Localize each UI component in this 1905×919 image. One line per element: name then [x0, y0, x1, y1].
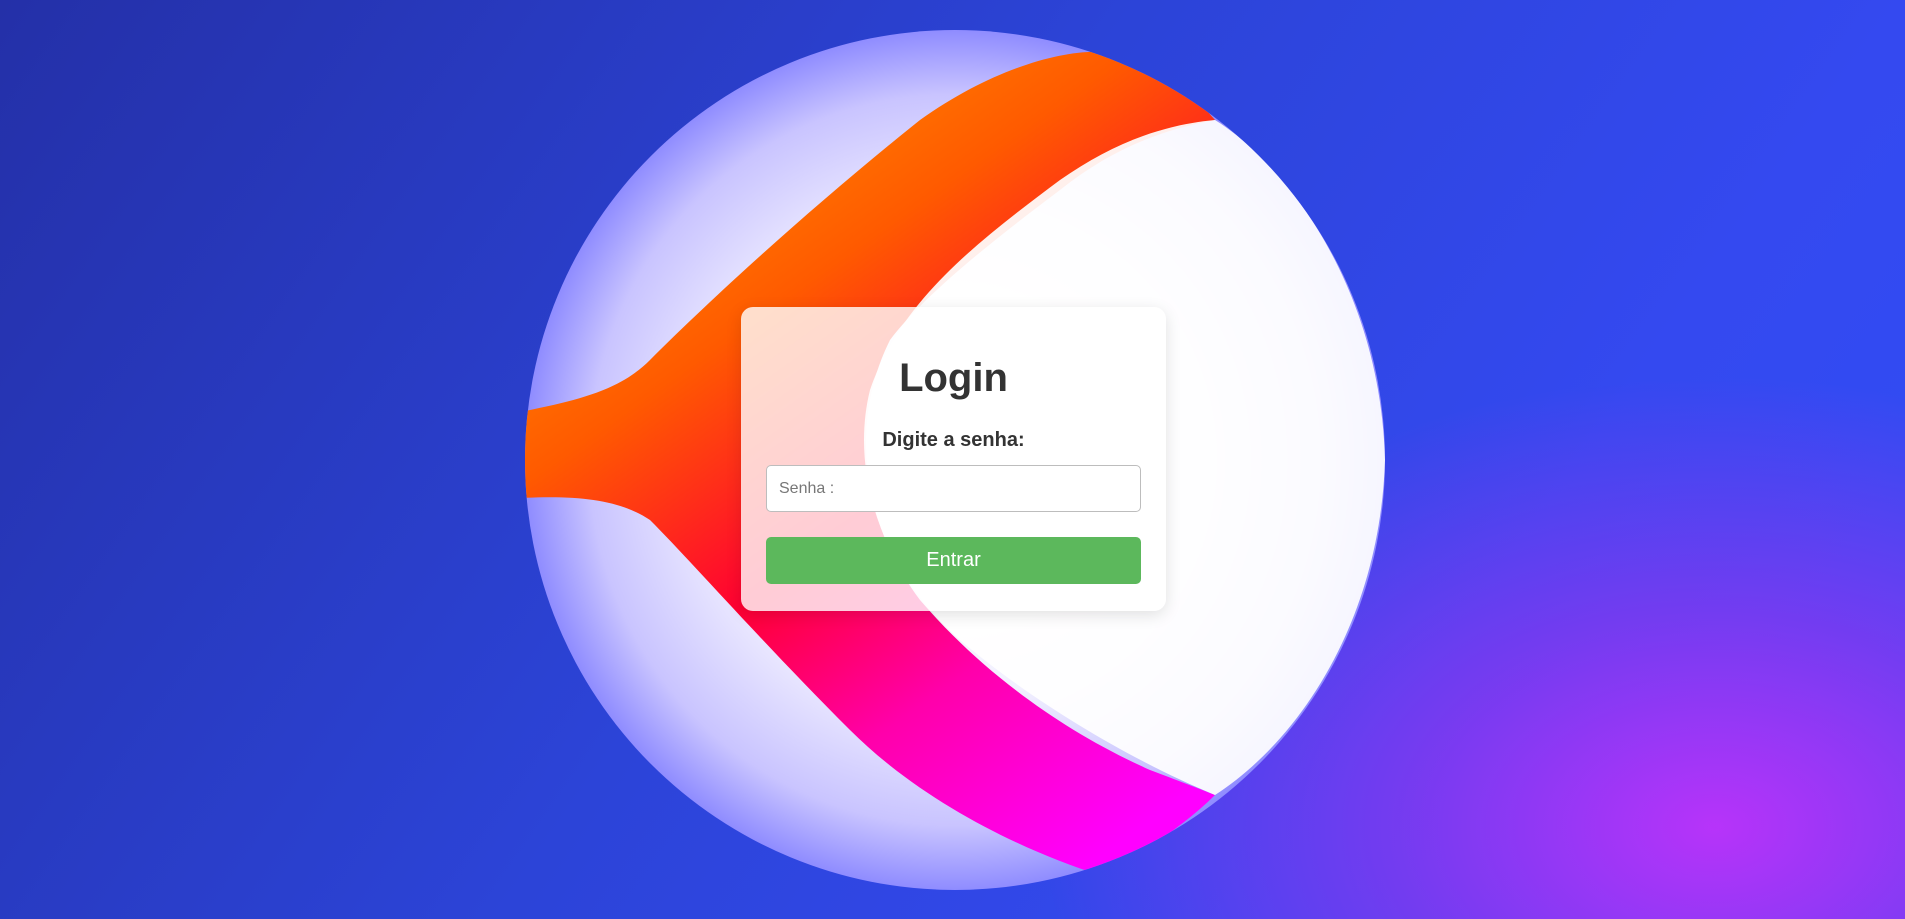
password-input[interactable]	[766, 465, 1141, 512]
password-prompt-label: Digite a senha:	[882, 429, 1025, 451]
enter-button[interactable]: Entrar	[766, 537, 1141, 584]
login-card: Login Digite a senha: Entrar	[741, 307, 1166, 611]
login-title: Login	[899, 356, 1008, 400]
